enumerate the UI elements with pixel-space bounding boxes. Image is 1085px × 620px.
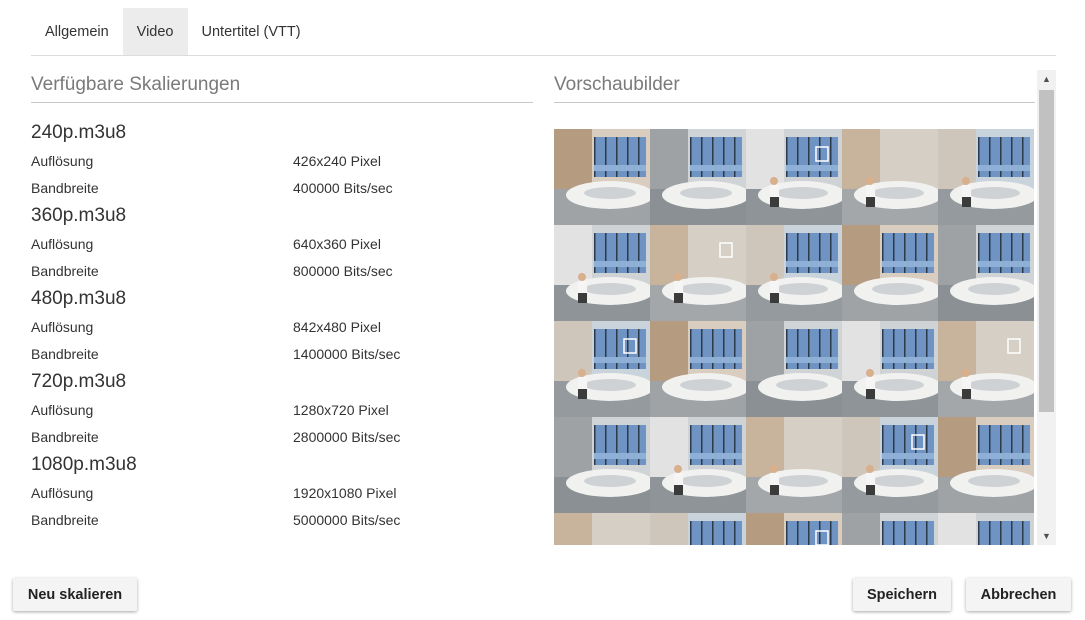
- video-thumbnail: [746, 321, 842, 417]
- video-thumbnail: [842, 417, 938, 513]
- bandwidth-label: Bandbreite: [31, 262, 99, 279]
- video-thumbnail: [842, 129, 938, 225]
- tab-allgemein[interactable]: Allgemein: [31, 8, 123, 55]
- resolution-label: Auflösung: [31, 318, 94, 335]
- scaling-bandwidth-row: Bandbreite 800000 Bits/sec: [31, 257, 533, 284]
- resolution-value: 1920x1080 Pixel: [293, 484, 397, 501]
- scaling-bandwidth-row: Bandbreite 2800000 Bits/sec: [31, 423, 533, 450]
- bandwidth-value: 5000000 Bits/sec: [293, 511, 401, 528]
- resolution-value: 426x240 Pixel: [293, 152, 381, 169]
- video-thumbnail: [650, 417, 746, 513]
- video-thumbnail: [938, 129, 1034, 225]
- bandwidth-label: Bandbreite: [31, 428, 99, 445]
- scroll-up-arrow-icon[interactable]: ▲: [1037, 70, 1056, 88]
- thumbnail-grid: [554, 129, 1035, 545]
- tab-bar: Allgemein Video Untertitel (VTT): [31, 8, 1056, 56]
- video-thumbnail: [554, 129, 650, 225]
- video-thumbnail: [938, 321, 1034, 417]
- video-thumbnail: [650, 513, 746, 545]
- video-thumbnail: [554, 417, 650, 513]
- bandwidth-value: 400000 Bits/sec: [293, 179, 393, 196]
- cancel-button[interactable]: Abbrechen: [966, 578, 1071, 611]
- video-thumbnail: [842, 225, 938, 321]
- resolution-label: Auflösung: [31, 235, 94, 252]
- tab-video[interactable]: Video: [122, 8, 188, 55]
- scaling-name: 480p.m3u8: [31, 288, 127, 309]
- bandwidth-label: Bandbreite: [31, 345, 99, 362]
- resolution-value: 640x360 Pixel: [293, 235, 381, 252]
- scrollbar-thumb[interactable]: [1039, 90, 1054, 412]
- save-button[interactable]: Speichern: [853, 578, 951, 611]
- video-thumbnail: [650, 225, 746, 321]
- resolution-label: Auflösung: [31, 401, 94, 418]
- scaling-name: 720p.m3u8: [31, 371, 127, 392]
- scaling-name: 240p.m3u8: [31, 122, 127, 143]
- video-thumbnail: [938, 225, 1034, 321]
- video-thumbnail: [554, 225, 650, 321]
- bandwidth-label: Bandbreite: [31, 179, 99, 196]
- video-thumbnail: [554, 513, 650, 545]
- resolution-value: 1280x720 Pixel: [293, 401, 389, 418]
- scaling-item: 240p.m3u8 Auflösung 426x240 Pixel Bandbr…: [31, 118, 533, 201]
- scaling-item: 360p.m3u8 Auflösung 640x360 Pixel Bandbr…: [31, 201, 533, 284]
- scalings-section-title: Verfügbare Skalierungen: [31, 74, 533, 103]
- scaling-name: 360p.m3u8: [31, 205, 127, 226]
- video-thumbnail: [554, 321, 650, 417]
- scaling-bandwidth-row: Bandbreite 400000 Bits/sec: [31, 174, 533, 201]
- bandwidth-value: 800000 Bits/sec: [293, 262, 393, 279]
- scaling-item: 480p.m3u8 Auflösung 842x480 Pixel Bandbr…: [31, 284, 533, 367]
- scaling-resolution-row: Auflösung 1280x720 Pixel: [31, 396, 533, 423]
- video-thumbnail: [650, 321, 746, 417]
- video-thumbnail: [938, 513, 1034, 545]
- scaling-bandwidth-row: Bandbreite 5000000 Bits/sec: [31, 506, 533, 533]
- rescale-button[interactable]: Neu skalieren: [13, 578, 137, 611]
- video-thumbnail: [842, 513, 938, 545]
- scaling-resolution-row: Auflösung 426x240 Pixel: [31, 147, 533, 174]
- bandwidth-value: 2800000 Bits/sec: [293, 428, 401, 445]
- resolution-value: 842x480 Pixel: [293, 318, 381, 335]
- scaling-resolution-row: Auflösung 1920x1080 Pixel: [31, 479, 533, 506]
- thumbnails-scrollbar[interactable]: ▲ ▼: [1037, 70, 1056, 545]
- scroll-down-arrow-icon[interactable]: ▼: [1037, 527, 1056, 545]
- video-thumbnail: [746, 225, 842, 321]
- video-thumbnail: [746, 513, 842, 545]
- scaling-bandwidth-row: Bandbreite 1400000 Bits/sec: [31, 340, 533, 367]
- video-thumbnail: [746, 129, 842, 225]
- thumbnails-panel[interactable]: ▲ ▼: [554, 70, 1056, 545]
- scaling-item: 720p.m3u8 Auflösung 1280x720 Pixel Bandb…: [31, 367, 533, 450]
- video-thumbnail: [938, 417, 1034, 513]
- scaling-resolution-row: Auflösung 842x480 Pixel: [31, 313, 533, 340]
- resolution-label: Auflösung: [31, 152, 94, 169]
- video-thumbnail: [746, 417, 842, 513]
- scaling-name: 1080p.m3u8: [31, 454, 137, 475]
- thumbnails-viewport[interactable]: [554, 129, 1035, 545]
- scalings-list: 240p.m3u8 Auflösung 426x240 Pixel Bandbr…: [31, 118, 533, 533]
- tab-untertitel[interactable]: Untertitel (VTT): [188, 8, 315, 55]
- scaling-resolution-row: Auflösung 640x360 Pixel: [31, 230, 533, 257]
- bandwidth-value: 1400000 Bits/sec: [293, 345, 401, 362]
- video-thumbnail: [650, 129, 746, 225]
- resolution-label: Auflösung: [31, 484, 94, 501]
- bandwidth-label: Bandbreite: [31, 511, 99, 528]
- scaling-item: 1080p.m3u8 Auflösung 1920x1080 Pixel Ban…: [31, 450, 533, 533]
- video-thumbnail: [842, 321, 938, 417]
